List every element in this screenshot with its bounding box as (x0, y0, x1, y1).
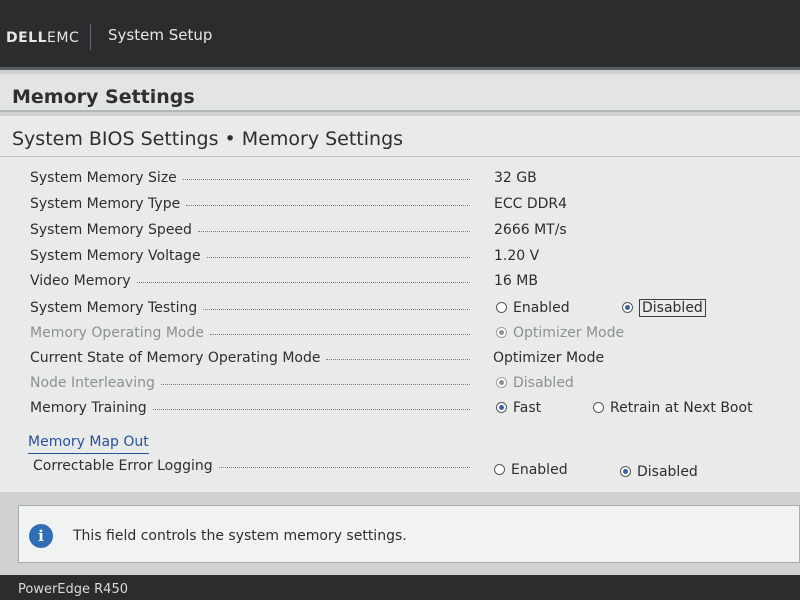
settings-panel: System BIOS Settings • Memory Settings S… (0, 116, 800, 492)
leader-dots (137, 282, 470, 283)
current-state-value: Optimizer Mode (493, 350, 605, 366)
memory-voltage-value: 1.20 V (494, 248, 540, 264)
leader-dots (210, 334, 470, 335)
leader-dots (198, 231, 470, 232)
section-divider (0, 156, 800, 157)
memory-training-fast-label: Fast (513, 400, 542, 416)
help-box: i This field controls the system memory … (18, 505, 800, 563)
logo-dell-text: DELL (6, 30, 48, 46)
memory-map-out-link[interactable]: Memory Map Out (28, 434, 149, 454)
radio-button-selected-icon (496, 327, 507, 338)
memory-type-label: System Memory Type (30, 196, 181, 212)
header-divider (90, 24, 91, 50)
row-correctable-error-logging: Correctable Error Logging Enabled Disabl… (0, 454, 800, 480)
memory-operating-mode-option-label: Optimizer Mode (513, 325, 625, 341)
leader-dots (207, 257, 470, 258)
memory-testing-disabled-label: Disabled (639, 299, 706, 317)
memory-testing-label: System Memory Testing (30, 300, 198, 316)
app-title: System Setup (108, 26, 213, 44)
radio-button-selected-icon (496, 377, 507, 388)
memory-training-label: Memory Training (30, 400, 147, 416)
dell-emc-logo: DELLEMC (6, 30, 79, 46)
error-logging-disabled-label: Disabled (637, 464, 698, 480)
node-interleaving-label: Node Interleaving (30, 375, 155, 391)
node-interleaving-option-label: Disabled (513, 375, 574, 391)
memory-testing-disabled-option[interactable]: Disabled (622, 299, 706, 317)
row-memory-size: System Memory Size 32 GB (0, 166, 800, 192)
row-memory-operating-mode: Memory Operating Mode Optimizer Mode (0, 321, 800, 347)
row-memory-speed: System Memory Speed 2666 MT/s (0, 218, 800, 244)
leader-dots (161, 384, 470, 385)
row-video-memory: Video Memory 16 MB (0, 269, 800, 295)
help-text: This field controls the system memory se… (73, 528, 407, 544)
memory-training-fast-option[interactable]: Fast (496, 400, 541, 416)
row-memory-type: System Memory Type ECC DDR4 (0, 192, 800, 218)
error-logging-enabled-label: Enabled (511, 462, 568, 478)
footer-bar: PowerEdge R450 (0, 575, 800, 600)
memory-speed-label: System Memory Speed (30, 222, 192, 238)
memory-size-label: System Memory Size (30, 170, 177, 186)
video-memory-label: Video Memory (30, 273, 131, 289)
memory-size-value: 32 GB (494, 170, 537, 186)
memory-training-retrain-label: Retrain at Next Boot (610, 400, 753, 416)
leader-dots (183, 179, 470, 180)
row-memory-training: Memory Training Fast Retrain at Next Boo… (0, 396, 800, 422)
row-node-interleaving: Node Interleaving Disabled (0, 371, 800, 397)
radio-button-selected-icon[interactable] (620, 466, 631, 477)
memory-operating-mode-label: Memory Operating Mode (30, 325, 204, 341)
leader-dots (153, 409, 470, 410)
leader-dots (203, 309, 470, 310)
section-title: System BIOS Settings • Memory Settings (12, 128, 404, 150)
top-bar: DELLEMC System Setup (0, 0, 800, 70)
current-state-label: Current State of Memory Operating Mode (30, 350, 321, 366)
row-memory-voltage: System Memory Voltage 1.20 V (0, 244, 800, 270)
memory-type-value: ECC DDR4 (494, 196, 568, 212)
row-current-state: Current State of Memory Operating Mode O… (0, 346, 800, 372)
leader-dots (186, 205, 470, 206)
radio-button-icon[interactable] (593, 402, 604, 413)
memory-testing-enabled-label: Enabled (513, 300, 570, 316)
memory-voltage-label: System Memory Voltage (30, 248, 201, 264)
memory-training-retrain-option[interactable]: Retrain at Next Boot (593, 400, 753, 416)
radio-button-icon[interactable] (496, 302, 507, 313)
server-model: PowerEdge R450 (18, 582, 128, 597)
logo-emc-text: EMC (47, 30, 80, 46)
row-memory-testing: System Memory Testing Enabled Disabled (0, 296, 800, 322)
radio-button-selected-icon[interactable] (622, 302, 633, 313)
page-title: Memory Settings (0, 74, 800, 112)
info-icon: i (29, 524, 53, 548)
error-logging-label: Correctable Error Logging (33, 458, 213, 474)
memory-speed-value: 2666 MT/s (494, 222, 567, 238)
memory-testing-enabled-option[interactable]: Enabled (496, 300, 570, 316)
radio-button-icon[interactable] (494, 464, 505, 475)
leader-dots (326, 359, 470, 360)
node-interleaving-option: Disabled (496, 375, 574, 391)
video-memory-value: 16 MB (494, 273, 538, 289)
error-logging-disabled-option[interactable]: Disabled (620, 464, 698, 480)
leader-dots (219, 467, 470, 468)
memory-operating-mode-option: Optimizer Mode (496, 325, 624, 341)
error-logging-enabled-option[interactable]: Enabled (494, 462, 568, 478)
radio-button-selected-icon[interactable] (496, 402, 507, 413)
